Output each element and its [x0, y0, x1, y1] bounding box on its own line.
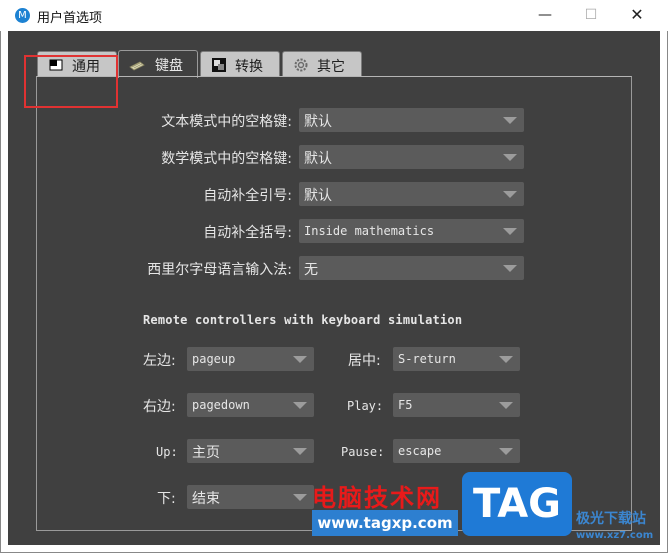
tab-keyboard[interactable]: 键盘: [118, 50, 198, 78]
tab-convert[interactable]: 转换: [200, 51, 280, 77]
remote-play-label: Play:: [347, 399, 384, 413]
gear-icon: [294, 58, 308, 72]
autocomplete-quotes-select[interactable]: 默认: [299, 182, 524, 206]
space-text-mode-select[interactable]: 默认: [299, 108, 524, 132]
watermark-site: 极光下载站: [576, 511, 646, 527]
chevron-down-icon: [499, 356, 513, 363]
select-value: 无: [304, 262, 318, 278]
space-text-mode-label: 文本模式中的空格键:: [161, 114, 292, 130]
select-value: S-return: [398, 352, 456, 366]
space-math-mode-select[interactable]: 默认: [299, 145, 524, 169]
convert-icon: [212, 58, 226, 72]
remote-right-label: 右边:: [143, 399, 176, 415]
tab-label: 键盘: [155, 58, 183, 74]
tab-label: 转换: [235, 59, 263, 75]
chevron-down-icon: [503, 265, 517, 272]
watermark-url: www.tagxp.com: [312, 510, 458, 536]
chevron-down-icon: [503, 191, 517, 198]
chevron-down-icon: [503, 154, 517, 161]
remote-controllers-heading: Remote controllers with keyboard simulat…: [143, 313, 463, 327]
select-value: F5: [398, 398, 413, 412]
close-button[interactable]: ✕: [614, 0, 660, 31]
remote-play-select[interactable]: F5: [393, 393, 520, 417]
select-value: 默认: [304, 114, 332, 130]
remote-down-select[interactable]: 结束: [187, 485, 314, 509]
chevron-down-icon: [503, 117, 517, 124]
remote-up-label: Up:: [156, 445, 178, 459]
app-logo-icon: M: [15, 8, 30, 23]
watermark-site-url: www.xz7.com: [576, 530, 654, 541]
cyrillic-input-label: 西里尔字母语言输入法:: [147, 262, 292, 278]
remote-center-label: 居中:: [348, 353, 381, 369]
annotation-highlight-box: [24, 55, 118, 108]
chevron-down-icon: [293, 402, 307, 409]
select-value: 主页: [192, 445, 220, 461]
watermark-text: 电脑技术网: [312, 484, 442, 512]
window-title: 用户首选项: [37, 11, 103, 26]
select-value: pageup: [192, 352, 236, 366]
space-math-mode-label: 数学模式中的空格键:: [161, 151, 292, 167]
watermark-tag-logo: TAG: [462, 472, 572, 536]
select-value: 默认: [304, 188, 332, 204]
autocomplete-quotes-label: 自动补全引号:: [203, 188, 292, 204]
chevron-down-icon: [503, 228, 517, 235]
keyboard-icon: [129, 61, 145, 71]
remote-pause-select[interactable]: escape: [393, 439, 520, 463]
chevron-down-icon: [293, 448, 307, 455]
title-bar: M 用户首选项 — ☐ ✕: [0, 0, 668, 31]
remote-right-select[interactable]: pagedown: [187, 393, 314, 417]
chevron-down-icon: [293, 494, 307, 501]
tab-other[interactable]: 其它: [282, 51, 362, 77]
chevron-down-icon: [293, 356, 307, 363]
maximize-button[interactable]: ☐: [568, 0, 614, 31]
remote-pause-label: Pause:: [341, 445, 385, 459]
tab-label: 其它: [317, 59, 345, 75]
remote-down-label: 下:: [157, 491, 176, 507]
select-value: pagedown: [192, 398, 250, 412]
autocomplete-brackets-select[interactable]: Inside mathematics: [299, 219, 524, 243]
cyrillic-input-select[interactable]: 无: [299, 256, 524, 280]
select-value: Inside mathematics: [304, 224, 435, 238]
remote-left-label: 左边:: [143, 353, 176, 369]
chevron-down-icon: [499, 402, 513, 409]
autocomplete-brackets-label: 自动补全括号:: [203, 225, 292, 241]
minimize-button[interactable]: —: [522, 0, 568, 31]
remote-center-select[interactable]: S-return: [393, 347, 520, 371]
remote-left-select[interactable]: pageup: [187, 347, 314, 371]
chevron-down-icon: [499, 448, 513, 455]
select-value: escape: [398, 444, 442, 458]
select-value: 结束: [192, 491, 220, 507]
remote-up-select[interactable]: 主页: [187, 439, 314, 463]
select-value: 默认: [304, 151, 332, 167]
